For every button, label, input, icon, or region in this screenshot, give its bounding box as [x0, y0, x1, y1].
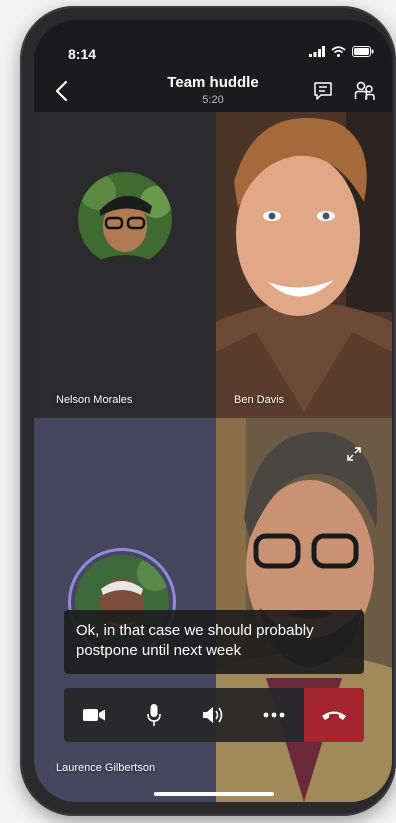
participant-name: Ben Davis: [234, 394, 285, 406]
video-camera-icon: [83, 709, 105, 721]
mic-toggle-button[interactable]: [124, 688, 184, 742]
chat-icon: [314, 82, 332, 100]
participant-tile-ben[interactable]: Ben Davis: [216, 112, 392, 418]
more-icon: [263, 712, 285, 718]
wifi-icon: [331, 46, 346, 57]
speaker-icon: [203, 707, 223, 723]
call-timer: 5:20: [202, 94, 224, 106]
speaker-button[interactable]: [184, 688, 244, 742]
participant-tile-nelson[interactable]: Nelson Morales: [34, 112, 216, 418]
people-icon: [354, 81, 375, 100]
signal-icon: [309, 46, 325, 57]
video-feed-ben: [216, 112, 392, 418]
battery-icon: [352, 46, 374, 57]
call-title: Team huddle: [167, 74, 259, 91]
live-caption: Ok, in that case we should probably post…: [64, 610, 364, 674]
call-controls-bar: [64, 688, 364, 742]
call-header: Team huddle 5:20: [34, 68, 392, 116]
hang-up-icon: [322, 711, 346, 720]
participant-name: Laurence Gilbertson: [56, 762, 156, 774]
expand-icon[interactable]: [344, 444, 364, 464]
call-title-block: Team huddle 5:20: [113, 74, 313, 106]
avatar-nelson: [78, 172, 172, 266]
hang-up-button[interactable]: [304, 688, 364, 742]
chat-button[interactable]: [310, 78, 336, 104]
camera-toggle-button[interactable]: [64, 688, 124, 742]
more-options-button[interactable]: [244, 688, 304, 742]
phone-frame: Nelson Morales Ben Davis Laurence Gilber…: [20, 6, 396, 816]
home-indicator[interactable]: [154, 792, 274, 796]
participants-button[interactable]: [352, 78, 378, 104]
chevron-left-icon: [55, 80, 68, 102]
status-time: 8:14: [68, 46, 97, 62]
call-screen: Nelson Morales Ben Davis Laurence Gilber…: [34, 20, 392, 802]
back-button[interactable]: [48, 76, 74, 106]
participant-name: Nelson Morales: [56, 394, 133, 406]
status-icons: [309, 46, 374, 57]
microphone-icon: [147, 704, 161, 726]
